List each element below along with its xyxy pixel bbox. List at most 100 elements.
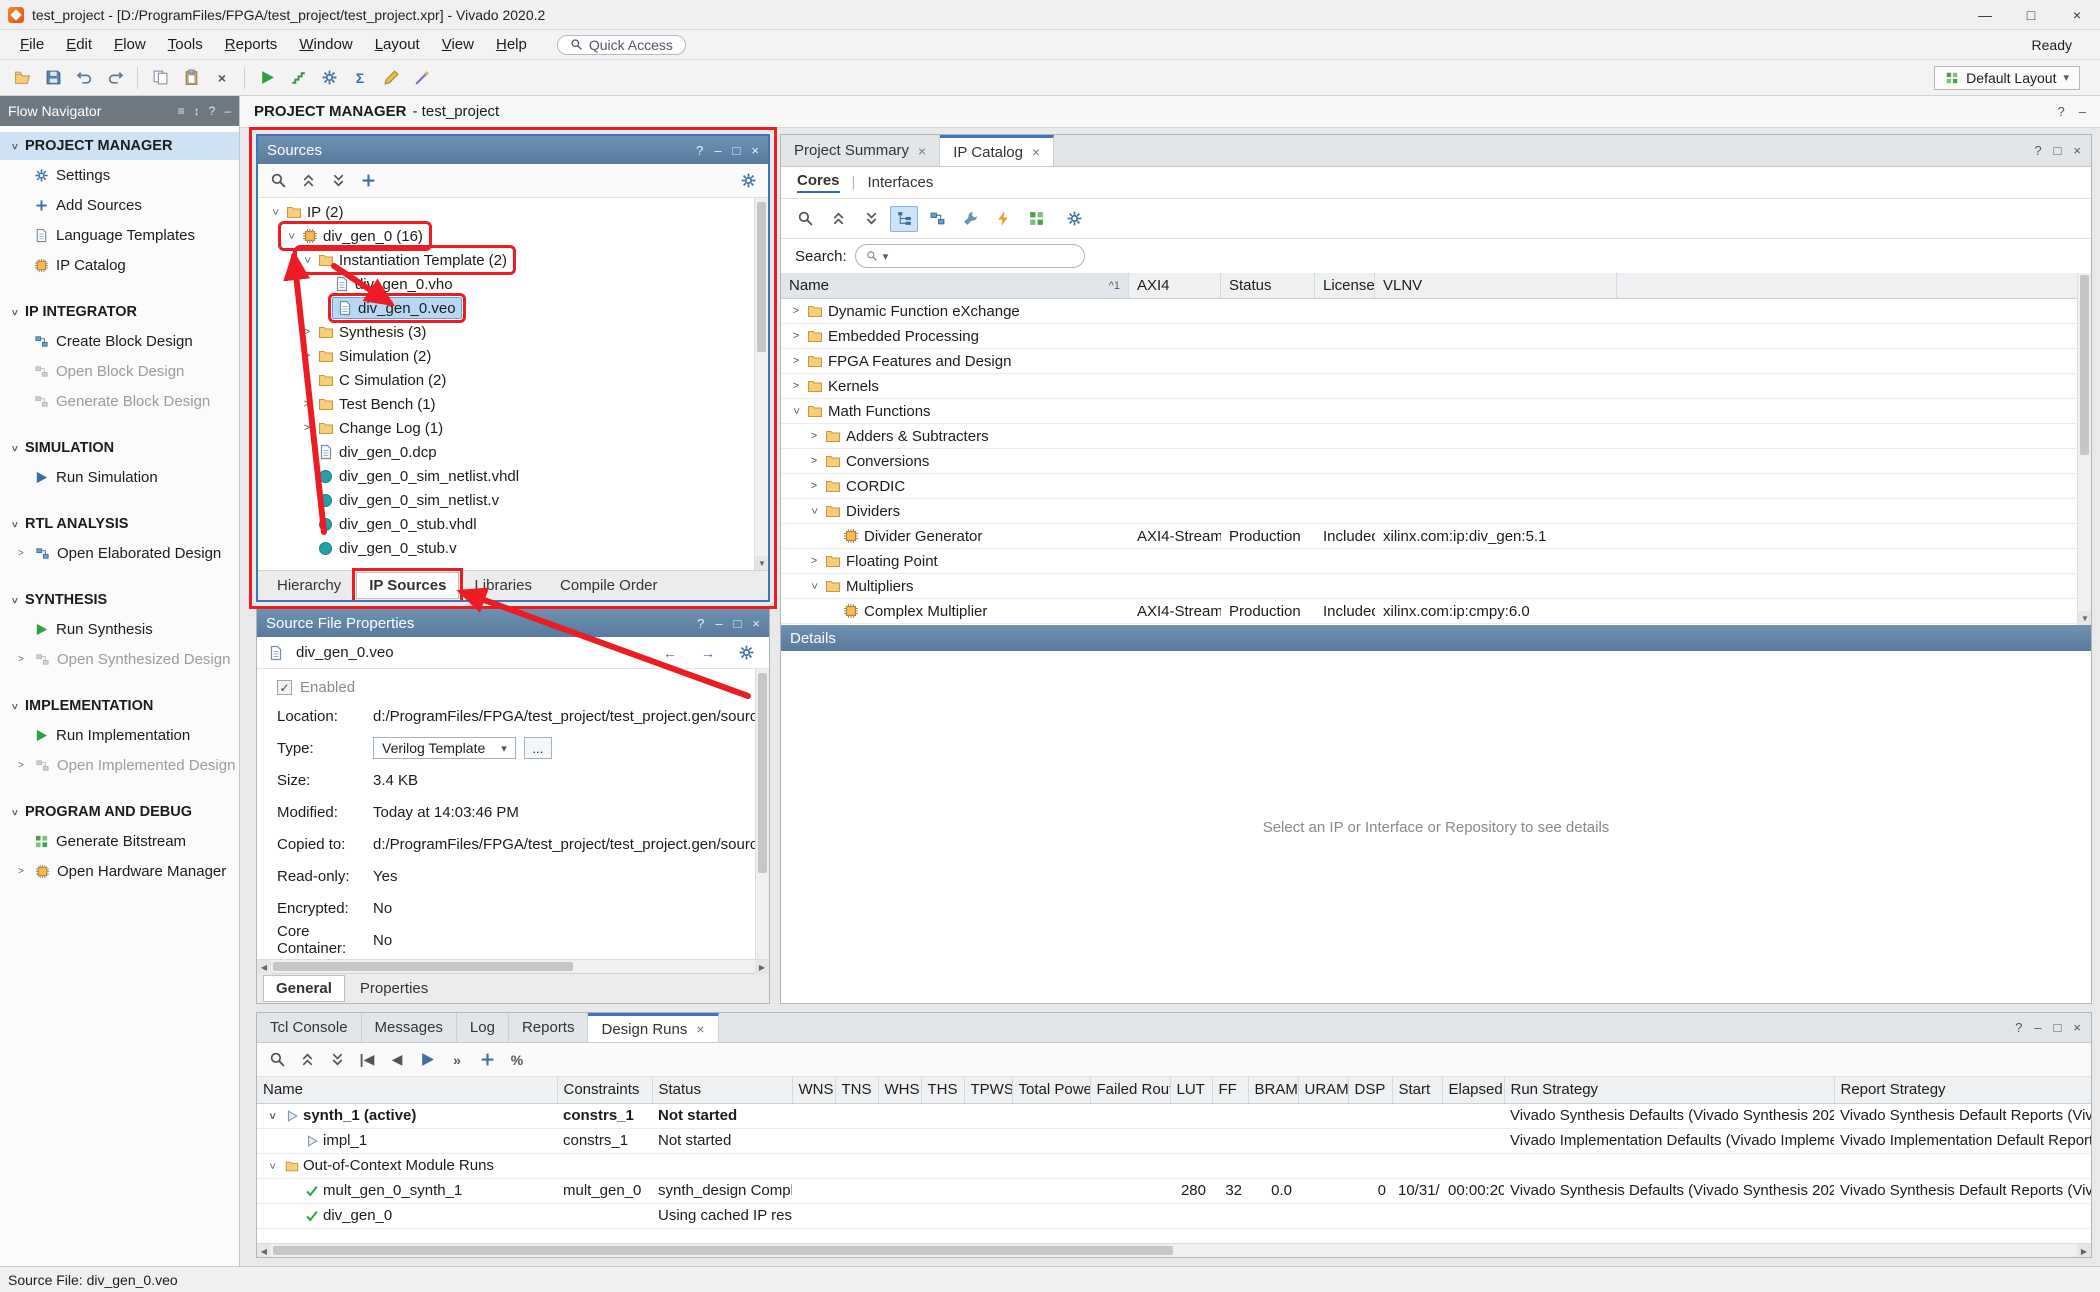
source-tree-item-div-gen-0-sim-netlist-vhdl[interactable]: div_gen_0_sim_netlist.vhdl (258, 464, 768, 488)
flow-item-open-synthesized-design[interactable]: >Open Synthesized Design (0, 644, 239, 674)
expander-icon[interactable]: > (18, 548, 28, 559)
expander-icon[interactable]: > (18, 760, 28, 771)
ip-row-multipliers[interactable]: >Multipliers (781, 574, 2091, 599)
help-icon[interactable]: ? (2034, 143, 2041, 158)
expander-icon[interactable]: > (805, 555, 823, 567)
flow-section-implementation[interactable]: >IMPLEMENTATION (0, 692, 239, 720)
search-icon[interactable] (263, 1047, 291, 1073)
source-tree-item-change-log[interactable]: >Change Log(1) (258, 416, 768, 440)
report-sigma-icon[interactable]: Σ (346, 65, 374, 91)
flow-item-open-implemented-design[interactable]: >Open Implemented Design (0, 750, 239, 780)
flow-section-rtl-analysis[interactable]: >RTL ANALYSIS (0, 510, 239, 538)
gear-icon[interactable] (734, 168, 762, 194)
ip-row-adders-subtracters[interactable]: >Adders & Subtracters (781, 424, 2091, 449)
source-tree-item-div-gen-0-sim-netlist-v[interactable]: div_gen_0_sim_netlist.v (258, 488, 768, 512)
expand-all-icon[interactable] (324, 168, 352, 194)
expander-icon[interactable]: > (790, 402, 802, 420)
column-header-wns[interactable]: WNS (792, 1077, 835, 1103)
expander-icon[interactable]: > (787, 330, 805, 342)
column-header-vlnv[interactable]: VLNV (1375, 273, 1617, 298)
paste-icon[interactable] (177, 65, 205, 91)
collapse-all-icon[interactable] (294, 168, 322, 194)
source-tree-item-div-gen-0-dcp[interactable]: div_gen_0.dcp (258, 440, 768, 464)
scroll-down-icon[interactable]: ▼ (2078, 611, 2091, 625)
source-tree-item-div-gen-0-stub-vhdl[interactable]: div_gen_0_stub.vhdl (258, 512, 768, 536)
flow-section-synthesis[interactable]: >SYNTHESIS (0, 586, 239, 614)
expander-icon[interactable]: > (787, 380, 805, 392)
sources-tab-libraries[interactable]: Libraries (461, 572, 545, 599)
run-icon[interactable] (253, 65, 281, 91)
bottom-tab-design-runs[interactable]: Design Runs× (588, 1013, 718, 1042)
flow-section-program-and-debug[interactable]: >PROGRAM AND DEBUG (0, 798, 239, 826)
redo-icon[interactable] (101, 65, 129, 91)
search-icon[interactable] (791, 206, 819, 232)
close-icon[interactable]: × (751, 143, 759, 158)
run-row-synth-1-active[interactable]: >synth_1 (active)constrs_1Not startedViv… (257, 1103, 2091, 1128)
expander-icon[interactable]: > (266, 1107, 278, 1125)
float-icon[interactable]: □ (733, 143, 741, 158)
tree-item-content[interactable]: >div_gen_0(16) (282, 225, 428, 247)
undo-icon[interactable] (70, 65, 98, 91)
doc-tab-project-summary[interactable]: Project Summary× (781, 135, 940, 166)
source-tree-item-synthesis[interactable]: >Synthesis(3) (258, 320, 768, 344)
collapse-icon[interactable]: > (9, 518, 20, 530)
bolt-icon[interactable] (989, 206, 1017, 232)
search-input[interactable]: ▾ (855, 244, 1085, 268)
source-tree-item-instantiation-template[interactable]: >Instantiation Template(2) (258, 248, 768, 272)
help-icon[interactable]: ? (2015, 1020, 2022, 1035)
close-icon[interactable]: × (918, 143, 926, 159)
collapse-all-icon[interactable] (824, 206, 852, 232)
run-row-out-of-context-module-runs[interactable]: >Out-of-Context Module Runs (257, 1153, 2091, 1178)
flow-section-simulation[interactable]: >SIMULATION (0, 434, 239, 462)
bottom-tab-reports[interactable]: Reports (509, 1013, 589, 1042)
source-tree-item-div-gen-0[interactable]: >div_gen_0(16) (258, 224, 768, 248)
expander-icon[interactable]: > (298, 422, 316, 434)
column-header-tpws[interactable]: TPWS (964, 1077, 1012, 1103)
sources-tab-ip-sources[interactable]: IP Sources (356, 572, 459, 599)
flow-item-add-sources[interactable]: Add Sources (0, 190, 239, 220)
bottom-tab-messages[interactable]: Messages (362, 1013, 457, 1042)
column-header-axi4[interactable]: AXI4 (1129, 273, 1221, 298)
collapse-icon[interactable]: > (9, 806, 20, 818)
run-row-mult-gen-0-synth-1[interactable]: mult_gen_0_synth_1mult_gen_0synth_design… (257, 1178, 2091, 1203)
expander-icon[interactable]: > (298, 350, 316, 362)
expander-icon[interactable]: > (266, 1157, 278, 1175)
expander-icon[interactable]: > (808, 577, 820, 595)
scrollbar-vertical[interactable]: ▼ (2077, 273, 2091, 625)
float-icon[interactable]: □ (2054, 1020, 2062, 1035)
source-tree-item-simulation[interactable]: >Simulation(2) (258, 344, 768, 368)
percent-icon[interactable]: % (503, 1047, 531, 1073)
column-header-tns[interactable]: TNS (835, 1077, 878, 1103)
minimize-icon[interactable]: – (2034, 1020, 2041, 1035)
expander-icon[interactable]: > (269, 203, 281, 221)
scroll-left-icon[interactable]: ◀ (257, 960, 271, 974)
collapse-icon[interactable]: > (9, 140, 20, 152)
expander-icon[interactable]: > (298, 374, 316, 386)
open-project-icon[interactable] (8, 65, 36, 91)
flow-item-generate-block-design[interactable]: Generate Block Design (0, 386, 239, 416)
column-header-total-power[interactable]: Total Power (1012, 1077, 1090, 1103)
source-tree-item-div-gen-0-stub-v[interactable]: div_gen_0_stub.v (258, 536, 768, 560)
flow-steps-icon[interactable] (284, 65, 312, 91)
expander-icon[interactable]: > (18, 866, 28, 877)
search-icon[interactable] (264, 168, 292, 194)
source-tree-item-ip[interactable]: >IP(2) (258, 200, 768, 224)
scrollbar-thumb[interactable] (757, 202, 766, 352)
hierarchy-view-icon[interactable] (890, 206, 918, 232)
minimize-icon[interactable]: – (715, 616, 722, 631)
close-icon[interactable]: × (696, 1021, 704, 1037)
flow-item-create-block-design[interactable]: Create Block Design (0, 326, 239, 356)
menu-reports[interactable]: Reports (215, 33, 288, 56)
scroll-right-icon[interactable]: ▶ (755, 960, 769, 974)
ip-row-dynamic-function-exchange[interactable]: >Dynamic Function eXchange (781, 299, 2091, 324)
scrollbar-thumb[interactable] (273, 1246, 1173, 1255)
flow-section-project-manager[interactable]: >PROJECT MANAGER (0, 132, 239, 160)
quick-access-button[interactable]: Quick Access (557, 35, 686, 55)
flow-item-ip-catalog[interactable]: IP Catalog (0, 250, 239, 280)
scroll-down-icon[interactable]: ▼ (755, 556, 768, 570)
expander-icon[interactable]: > (298, 398, 316, 410)
help-icon[interactable]: ? (209, 104, 216, 118)
menu-edit[interactable]: Edit (56, 33, 102, 56)
settings-gear-icon[interactable] (315, 65, 343, 91)
scroll-right-icon[interactable]: ▶ (2077, 1244, 2091, 1258)
